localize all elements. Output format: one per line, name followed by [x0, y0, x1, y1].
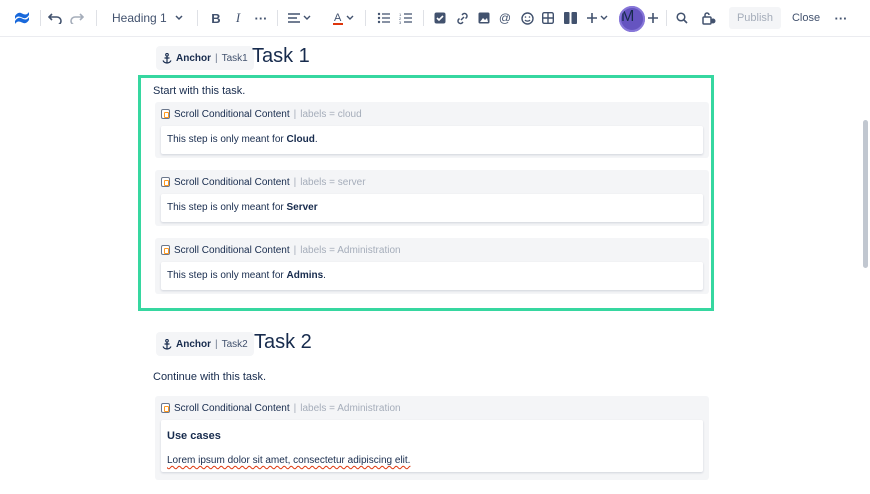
alignment-dropdown-icon[interactable] — [287, 8, 311, 28]
invite-plus-icon[interactable] — [645, 8, 661, 28]
close-button[interactable]: Close — [787, 7, 825, 29]
text-color-icon[interactable]: A — [333, 8, 355, 28]
more-options-icon[interactable]: ··· — [834, 8, 848, 28]
table-icon[interactable] — [541, 8, 555, 28]
task2-heading: Task 2 — [254, 331, 312, 353]
macro-param: labels = cloud — [300, 108, 362, 120]
macro-icon — [161, 245, 170, 255]
macro-icon — [161, 403, 170, 413]
macro-separator: | — [293, 244, 297, 256]
macro-text: This step is only meant for Cloud. — [167, 134, 318, 145]
macro-text: This step is only meant for Admins. — [167, 270, 326, 281]
macro-body[interactable]: Use cases Lorem ipsum dolor sit amet, co… — [161, 420, 703, 472]
bold-icon[interactable]: B — [210, 8, 222, 28]
task2-intro: Continue with this task. — [153, 371, 267, 383]
macro-body[interactable]: This step is only meant for Server — [161, 194, 703, 222]
macro-icon — [161, 177, 170, 187]
scrollbar-thumb[interactable] — [863, 120, 868, 268]
restrictions-lock-icon[interactable] — [701, 8, 717, 28]
text-suffix: . — [314, 134, 318, 145]
macro-text: This step is only meant for Server — [167, 202, 318, 213]
anchor-id: Task2 — [221, 338, 248, 350]
lorem-paragraph: Lorem ipsum dolor sit amet, consectetur … — [167, 455, 411, 466]
bullet-list-icon[interactable] — [377, 8, 391, 28]
anchor-separator: | — [215, 52, 218, 64]
insert-more-dropdown-icon[interactable] — [586, 8, 610, 28]
anchor-label: Anchor — [176, 52, 211, 64]
anchor-icon — [162, 52, 172, 64]
text-suffix: . — [323, 270, 326, 281]
publish-button[interactable]: Publish — [729, 7, 781, 29]
macro-body[interactable]: This step is only meant for Cloud. — [161, 126, 703, 154]
task1-intro: Start with this task. — [153, 85, 246, 97]
conditional-content-macro[interactable]: Scroll Conditional Content | labels = Ad… — [155, 396, 709, 480]
layout-icon[interactable] — [563, 8, 577, 28]
macro-param: labels = Administration — [300, 244, 401, 256]
macro-header: Scroll Conditional Content | labels = cl… — [161, 107, 362, 121]
macro-body[interactable]: This step is only meant for Admins. — [161, 262, 703, 290]
macro-header: Scroll Conditional Content | labels = Ad… — [161, 401, 401, 415]
undo-icon[interactable] — [48, 8, 62, 28]
macro-title: Scroll Conditional Content — [174, 176, 290, 188]
redo-icon[interactable] — [70, 8, 84, 28]
anchor-id: Task1 — [221, 52, 248, 64]
text-prefix: This step is only meant for — [167, 270, 287, 281]
chevron-down-icon — [175, 15, 183, 21]
text-prefix: This step is only meant for — [167, 202, 287, 213]
text-style-label: Heading 1 — [112, 11, 167, 25]
macro-header: Scroll Conditional Content | labels = se… — [161, 175, 366, 189]
search-icon[interactable] — [675, 8, 689, 28]
editor-toolbar: Heading 1 B I ··· A 123 @ M Publish Clos… — [0, 0, 870, 37]
text-bold: Cloud — [286, 134, 315, 145]
svg-text:A: A — [334, 12, 342, 24]
mention-icon[interactable]: @ — [498, 8, 512, 28]
more-formatting-icon[interactable]: ··· — [254, 8, 268, 28]
anchor-separator: | — [215, 338, 218, 350]
anchor-macro-task1[interactable]: Anchor | Task1 — [156, 46, 254, 70]
task1-heading: Task 1 — [252, 45, 310, 67]
conditional-content-macro[interactable]: Scroll Conditional Content | labels = Ad… — [155, 238, 709, 294]
conditional-content-macro[interactable]: Scroll Conditional Content | labels = cl… — [155, 102, 709, 158]
macro-separator: | — [293, 108, 297, 120]
image-icon[interactable] — [477, 8, 491, 28]
text-prefix: This step is only meant for — [167, 134, 287, 145]
link-icon[interactable] — [455, 8, 469, 28]
avatar-badge: M — [619, 6, 645, 32]
macro-icon — [161, 109, 170, 119]
text-style-dropdown[interactable]: Heading 1 — [112, 8, 183, 28]
svg-text:3: 3 — [399, 20, 402, 24]
text-bold: Server — [286, 202, 318, 213]
numbered-list-icon[interactable]: 123 — [399, 8, 413, 28]
anchor-macro-task2[interactable]: Anchor | Task2 — [156, 332, 254, 356]
macro-title: Scroll Conditional Content — [174, 402, 290, 414]
action-item-icon[interactable] — [433, 8, 447, 28]
text-bold: Admins — [286, 270, 324, 281]
macro-title: Scroll Conditional Content — [174, 108, 290, 120]
macro-title: Scroll Conditional Content — [174, 244, 290, 256]
anchor-icon — [162, 338, 172, 350]
emoji-icon[interactable] — [520, 8, 534, 28]
macro-separator: | — [293, 402, 297, 414]
confluence-logo-icon[interactable] — [12, 8, 32, 28]
italic-icon[interactable]: I — [232, 8, 244, 28]
macro-param: labels = Administration — [300, 402, 401, 414]
macro-param: labels = server — [300, 176, 366, 188]
macro-header: Scroll Conditional Content | labels = Ad… — [161, 243, 401, 257]
use-cases-heading: Use cases — [167, 430, 221, 442]
anchor-label: Anchor — [176, 338, 211, 350]
conditional-content-macro[interactable]: Scroll Conditional Content | labels = se… — [155, 170, 709, 226]
macro-separator: | — [293, 176, 297, 188]
